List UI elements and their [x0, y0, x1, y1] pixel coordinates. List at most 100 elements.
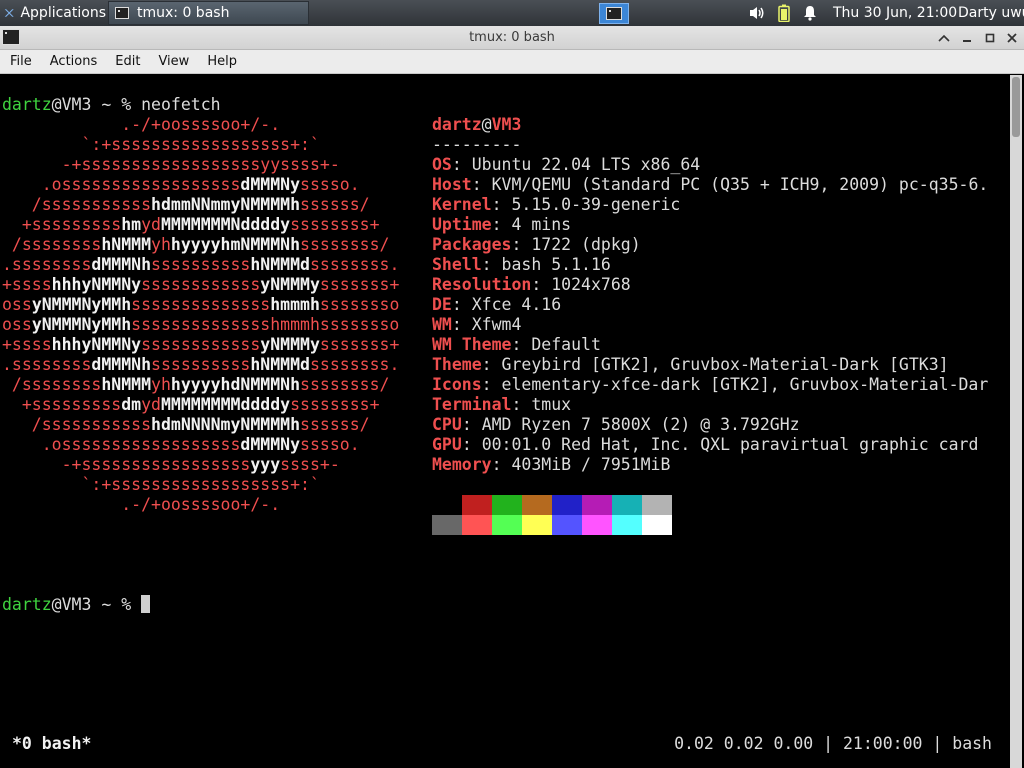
info-row: Packages: 1722 (dpkg): [432, 235, 641, 254]
terminal-area[interactable]: dartz@VM3 ~ % neofetch .-/+oossssoo+/-. …: [2, 75, 1022, 768]
logo-segment: hyyyyhmNMMMNh: [170, 235, 301, 254]
logo-segment: hNMMM: [101, 375, 152, 394]
window-titlebar[interactable]: tmux: 0 bash: [0, 26, 1024, 50]
logo-segment: MMMMMMMMddddy: [160, 395, 291, 414]
logo-line: +sssshhhyNMMNyssssssssssssyNMMMysssssss+: [2, 335, 399, 355]
logo-segment: hNMMMd: [250, 255, 310, 274]
tmux-status-bar: *0 bash* 0.02 0.02 0.00 | 21:00:00 | bas…: [2, 734, 1008, 756]
volume-icon[interactable]: [748, 0, 766, 26]
logo-segment: /sssssssssss: [2, 195, 152, 214]
info-key: Resolution: [432, 275, 532, 294]
clock[interactable]: Thu 30 Jun, 21:00: [833, 0, 957, 26]
info-key: Packages: [432, 235, 512, 254]
info-row: WM: Xfwm4: [432, 315, 522, 334]
terminal-icon: [115, 7, 129, 19]
info-value: elementary-xfce-dark [GTK2], Gruvbox-Mat…: [501, 375, 989, 394]
logo-segment: hm: [121, 215, 142, 234]
user-menu[interactable]: Darty uwu: [958, 0, 1024, 26]
logo-line: .ssssssssdMMMNhsssssssssshNMMMdssssssss.: [2, 255, 399, 275]
logo-segment: sssssss+: [319, 275, 400, 294]
terminal-icon: [606, 7, 622, 20]
logo-segment: ssssssssssss: [141, 335, 261, 354]
logo-line: +sssshhhyNMMNyssssssssssssyNMMMysssssss+: [2, 275, 399, 295]
terminal-scrollbar[interactable]: [1010, 75, 1022, 768]
info-row: GPU: 00:01.0 Red Hat, Inc. QXL paravirtu…: [432, 435, 979, 454]
logo-segment: -+ssssssssssssssssssyyssss+-: [2, 155, 340, 174]
logo-line: ossyNMMMNyMMhsssssssssssssshmmmhssssssso: [2, 315, 399, 335]
logo-segment: ssssssssssss: [141, 275, 261, 294]
logo-segment: ssssssssss: [151, 255, 251, 274]
logo-segment: yNMMMNyMMh: [31, 295, 132, 314]
logo-segment: +sssssssss: [2, 395, 122, 414]
palette-swatch: [432, 495, 462, 515]
logo-line: .-/+oossssoo+/-.: [2, 495, 280, 515]
applications-menu-button[interactable]: Applications: [0, 0, 106, 26]
menu-help[interactable]: Help: [198, 54, 246, 69]
prompt-user: dartz: [2, 595, 52, 614]
palette-swatch: [582, 495, 612, 515]
applications-label: Applications: [20, 5, 106, 21]
close-button[interactable]: [1003, 29, 1021, 47]
info-key: Kernel: [432, 195, 492, 214]
logo-segment: hdmmNNmmyNMMMMh: [151, 195, 301, 214]
info-value: Xfwm4: [471, 315, 522, 334]
logo-segment: /sssssssssss: [2, 415, 152, 434]
info-row: Shell: bash 5.1.16: [432, 255, 611, 274]
logo-line: +ssssssssshmydMMMMMMMNddddyssssssss+: [2, 215, 380, 235]
info-host: VM3: [491, 115, 522, 134]
notification-bell-icon[interactable]: [802, 0, 818, 26]
workspace-switcher[interactable]: [599, 3, 629, 24]
maximize-button[interactable]: [981, 29, 999, 47]
prompt-line[interactable]: dartz@VM3 ~ %: [2, 595, 151, 615]
info-row: Uptime: 4 mins: [432, 215, 572, 234]
info-value: 5.15.0-39-generic: [511, 195, 681, 214]
info-row: Theme: Greybird [GTK2], Gruvbox-Material…: [432, 355, 949, 374]
battery-icon[interactable]: [778, 0, 790, 26]
palette-swatch: [522, 515, 552, 535]
logo-segment: yNMMMy: [260, 335, 320, 354]
logo-segment: yyy: [250, 455, 281, 474]
scrollbar-thumb[interactable]: [1012, 77, 1020, 137]
logo-line: -+ssssssssssssssssssyyssss+-: [2, 155, 340, 175]
tmux-window-list[interactable]: *0 bash*: [12, 734, 91, 754]
logo-segment: `:+ssssssssssssssssss+:`: [2, 135, 320, 154]
volume-icon-glyph: [750, 7, 764, 19]
menu-actions[interactable]: Actions: [41, 54, 107, 69]
info-value: 1024x768: [551, 275, 631, 294]
menu-view[interactable]: View: [149, 54, 198, 69]
palette-swatch: [552, 495, 582, 515]
info-row: Memory: 403MiB / 7951MiB: [432, 455, 671, 474]
palette-row-normal: [432, 495, 672, 515]
info-key: Host: [432, 175, 472, 194]
palette-swatch: [552, 515, 582, 535]
maximize-icon: [985, 33, 995, 43]
chevron-up-icon: [938, 34, 950, 42]
info-key: WM: [432, 315, 452, 334]
palette-swatch: [642, 515, 672, 535]
info-row: Icons: elementary-xfce-dark [GTK2], Gruv…: [432, 375, 989, 394]
logo-segment: .ossssssssssssssssss: [2, 435, 241, 454]
info-value: bash 5.1.16: [501, 255, 611, 274]
info-key: DE: [432, 295, 452, 314]
logo-segment: ssssssss/: [300, 375, 390, 394]
info-key: Uptime: [432, 215, 492, 234]
logo-segment: yd: [141, 395, 161, 414]
logo-segment: /ssssssss: [2, 375, 102, 394]
shade-button[interactable]: [935, 29, 953, 47]
info-row: Resolution: 1024x768: [432, 275, 631, 294]
prompt-rest: ~ %: [91, 595, 142, 614]
logo-segment: ssssssss.: [309, 255, 400, 274]
logo-segment: +ssss: [2, 275, 52, 294]
close-icon: [1007, 33, 1017, 43]
logo-segment: yd: [141, 215, 161, 234]
text-cursor: [141, 595, 151, 613]
logo-line: .-/+oossssoo+/-.: [2, 115, 280, 135]
info-header: dartz@VM3: [432, 115, 522, 134]
menu-edit[interactable]: Edit: [106, 54, 149, 69]
minimize-button[interactable]: [958, 29, 976, 47]
palette-swatch: [492, 495, 522, 515]
taskbar-button-tmux[interactable]: tmux: 0 bash: [108, 1, 309, 25]
logo-line: ossyNMMMNyMMhsssssssssssssshmmmhssssssso: [2, 295, 399, 315]
logo-segment: ssssssss+: [290, 215, 380, 234]
menu-file[interactable]: File: [0, 54, 41, 69]
